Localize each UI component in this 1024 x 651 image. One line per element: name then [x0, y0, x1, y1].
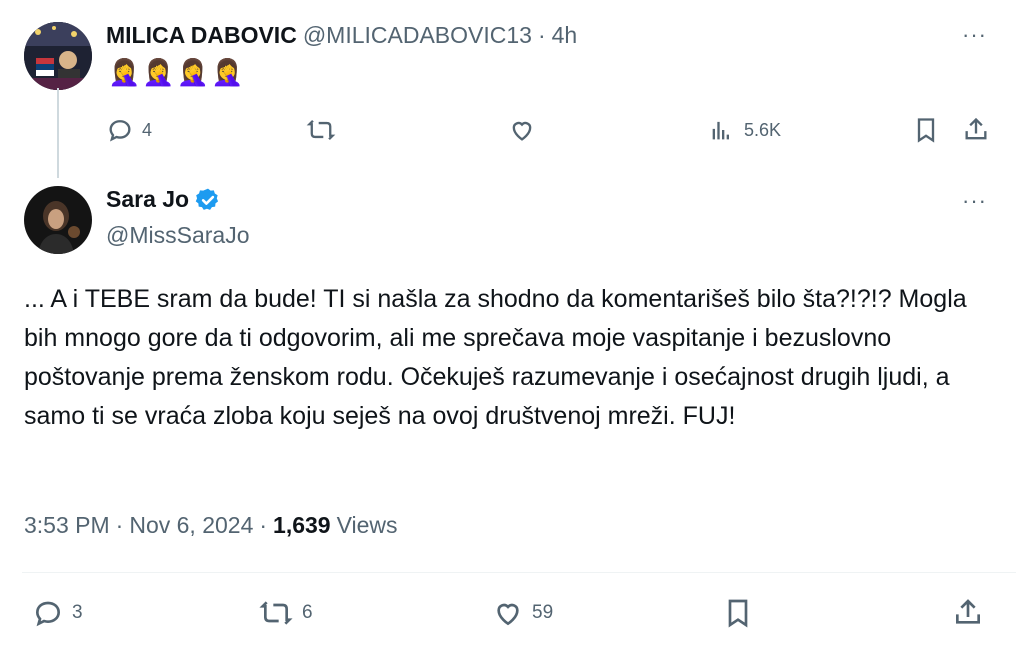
retweet-count: 6 [302, 602, 313, 623]
avatar-image [24, 22, 92, 90]
tweet-text: ... A i TEBE sram da bude! TI si našla z… [24, 285, 967, 430]
bookmark-icon [728, 599, 748, 628]
avatar-milica[interactable] [24, 22, 92, 90]
views-count: 5.6K [744, 119, 782, 140]
retweet-button[interactable] [306, 116, 336, 144]
tweet-meta: 3:53 PM · Nov 6, 2024 · 1,639 Views [24, 512, 398, 539]
bookmark-button[interactable] [912, 116, 940, 144]
more-icon[interactable]: ··· [962, 22, 987, 48]
bookmark-icon [917, 118, 935, 143]
retweet-icon [259, 601, 293, 625]
timestamp[interactable]: 4h [552, 22, 578, 49]
reply-button[interactable]: 3 [32, 597, 83, 629]
reply-icon [109, 120, 131, 142]
separator-dot: · [537, 21, 546, 48]
views-icon [712, 121, 729, 140]
user-handle[interactable]: @MissSaraJo [106, 222, 250, 249]
tweet-date[interactable]: Nov 6, 2024 [129, 512, 253, 539]
user-handle[interactable]: @MILICADABOVIC13 [303, 22, 532, 49]
views-button[interactable]: 5.6K [708, 116, 781, 144]
retweet-button[interactable]: 6 [258, 597, 313, 629]
share-icon [956, 599, 980, 624]
main-header: Sara Jo [106, 186, 221, 213]
reply-header: MILICA DABOVIC @MILICADABOVIC13 · 4h [106, 20, 577, 50]
reply-button[interactable]: 4 [106, 116, 152, 144]
avatar-image [24, 186, 92, 254]
like-count: 59 [532, 602, 554, 623]
reply-icon [35, 601, 61, 627]
like-button[interactable]: 59 [492, 597, 553, 629]
share-button[interactable] [952, 597, 984, 629]
share-icon [965, 117, 987, 140]
like-button[interactable] [508, 116, 536, 144]
share-button[interactable] [962, 116, 990, 144]
like-icon [512, 121, 532, 141]
display-name[interactable]: Sara Jo [106, 186, 189, 213]
verified-badge-icon[interactable] [195, 187, 221, 213]
avatar-sara[interactable] [24, 186, 92, 254]
reply-content: 🤦‍♀️🤦‍♀️🤦‍♀️🤦‍♀️ [108, 58, 246, 88]
more-icon[interactable]: ··· [962, 188, 987, 214]
tweet-time[interactable]: 3:53 PM [24, 512, 110, 539]
retweet-icon [306, 119, 336, 141]
display-name[interactable]: MILICA DABOVIC [106, 22, 297, 49]
views-count: 1,639 [273, 512, 331, 538]
like-icon [497, 603, 519, 626]
separator-dot: · [115, 512, 124, 538]
reply-count: 4 [142, 119, 153, 140]
reply-count: 3 [72, 602, 83, 623]
thread-connector [57, 88, 59, 178]
views-label: Views [336, 512, 398, 538]
separator-dot: · [259, 512, 268, 538]
divider [22, 572, 1016, 573]
bookmark-button[interactable] [722, 597, 754, 629]
